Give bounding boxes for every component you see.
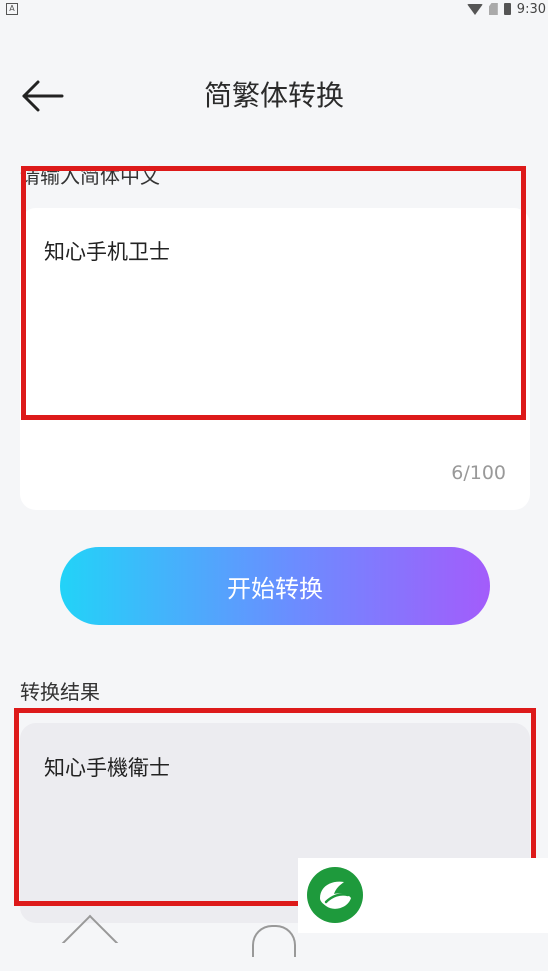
- result-label: 转换结果: [20, 680, 100, 704]
- convert-button[interactable]: 开始转换: [60, 547, 490, 625]
- header: 简繁体转换: [0, 60, 548, 130]
- watermark-logo-panel: [298, 858, 548, 933]
- status-icons: 9:30: [466, 1, 546, 17]
- sim-icon: [488, 3, 498, 15]
- status-time: 9:30: [516, 1, 546, 17]
- page-title: 简繁体转换: [203, 79, 344, 112]
- notification-icon: A: [6, 3, 18, 15]
- wifi-icon: [466, 3, 483, 15]
- status-bar: A 9:30: [0, 0, 548, 18]
- bottom-nav: [60, 914, 310, 971]
- leaf-logo-icon: [307, 867, 363, 923]
- home-icon[interactable]: [61, 914, 119, 971]
- char-counter: 6/100: [451, 462, 506, 484]
- highlight-box-input: [21, 166, 526, 420]
- battery-icon: [503, 3, 511, 15]
- heart-icon[interactable]: [252, 925, 296, 957]
